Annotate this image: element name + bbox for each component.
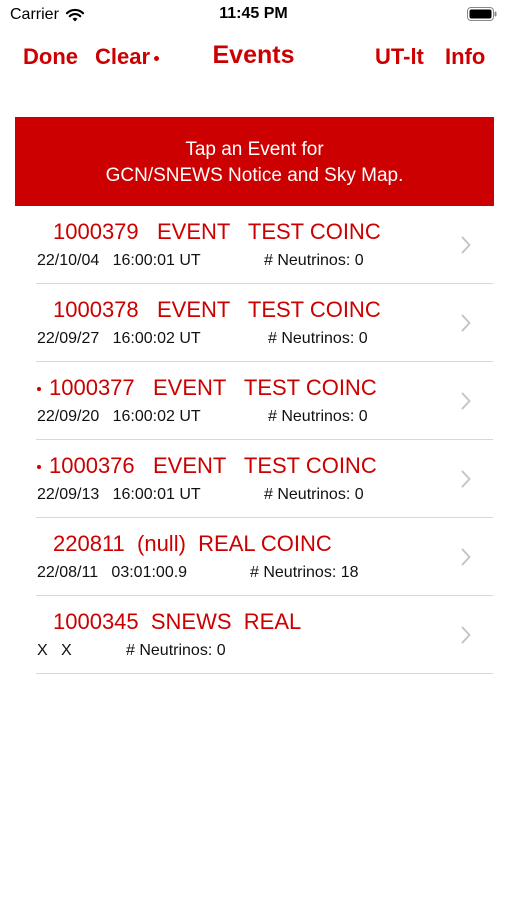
- event-date: 22/09/13 16:00:01 UT: [37, 486, 201, 503]
- banner-line-2: GCN/SNEWS Notice and Sky Map.: [105, 165, 404, 186]
- event-title: 1000376 EVENT TEST COINC: [37, 453, 377, 479]
- info-button[interactable]: Info: [445, 44, 485, 70]
- event-title: 1000379 EVENT TEST COINC: [53, 219, 381, 244]
- event-neutrino-count: # Neutrinos: 0: [264, 252, 364, 269]
- event-title-text: 1000377 EVENT TEST COINC: [49, 375, 377, 400]
- chevron-right-icon: [461, 470, 471, 488]
- event-title: 1000345 SNEWS REAL: [53, 609, 302, 634]
- unread-dot-icon: [37, 387, 41, 392]
- event-date: 22/09/20 16:00:02 UT: [37, 408, 201, 425]
- event-neutrino-count: # Neutrinos: 0: [264, 486, 364, 503]
- status-bar: Carrier 11:45 PM: [0, 0, 507, 32]
- banner-line-1: Tap an Event for: [185, 139, 324, 160]
- event-row[interactable]: 1000377 EVENT TEST COINC 22/09/20 16:00:…: [0, 362, 507, 440]
- event-title: 220811 (null) REAL COINC: [53, 531, 332, 556]
- row-separator: [36, 673, 493, 674]
- event-list: 1000379 EVENT TEST COINC 22/10/04 16:00:…: [0, 206, 507, 674]
- instruction-banner: Tap an Event for GCN/SNEWS Notice and Sk…: [15, 117, 494, 206]
- status-time: 11:45 PM: [219, 5, 288, 22]
- event-date: 22/10/04 16:00:01 UT: [37, 252, 201, 269]
- event-date: 22/09/27 16:00:02 UT: [37, 330, 201, 347]
- chevron-right-icon: [461, 626, 471, 644]
- event-row[interactable]: 1000378 EVENT TEST COINC 22/09/27 16:00:…: [0, 284, 507, 362]
- event-row[interactable]: 1000345 SNEWS REAL X X # Neutrinos: 0: [0, 596, 507, 674]
- events-screen: Carrier 11:45 PM Done Clear Events UT-lt…: [0, 0, 507, 900]
- navigation-bar: Done Clear Events UT-lt Info: [0, 36, 507, 80]
- event-neutrino-count: # Neutrinos: 0: [126, 642, 226, 659]
- ut-lt-toggle-button[interactable]: UT-lt: [375, 44, 424, 70]
- event-neutrino-count: # Neutrinos: 0: [268, 330, 368, 347]
- event-row[interactable]: 220811 (null) REAL COINC 22/08/11 03:01:…: [0, 518, 507, 596]
- event-title-text: 1000376 EVENT TEST COINC: [49, 453, 377, 478]
- page-title: Events: [212, 41, 295, 69]
- event-date: 22/08/11 03:01:00.9: [37, 564, 188, 581]
- battery-icon: [467, 7, 497, 21]
- event-row[interactable]: 1000379 EVENT TEST COINC 22/10/04 16:00:…: [0, 206, 507, 284]
- chevron-right-icon: [461, 548, 471, 566]
- event-title: 1000377 EVENT TEST COINC: [37, 375, 377, 401]
- event-row[interactable]: 1000376 EVENT TEST COINC 22/09/13 16:00:…: [0, 440, 507, 518]
- chevron-right-icon: [461, 392, 471, 410]
- event-title: 1000378 EVENT TEST COINC: [53, 297, 381, 322]
- event-neutrino-count: # Neutrinos: 18: [250, 564, 359, 581]
- event-neutrino-count: # Neutrinos: 0: [268, 408, 368, 425]
- chevron-right-icon: [461, 314, 471, 332]
- chevron-right-icon: [461, 236, 471, 254]
- unread-dot-icon: [37, 465, 41, 470]
- event-date: X X: [37, 642, 72, 659]
